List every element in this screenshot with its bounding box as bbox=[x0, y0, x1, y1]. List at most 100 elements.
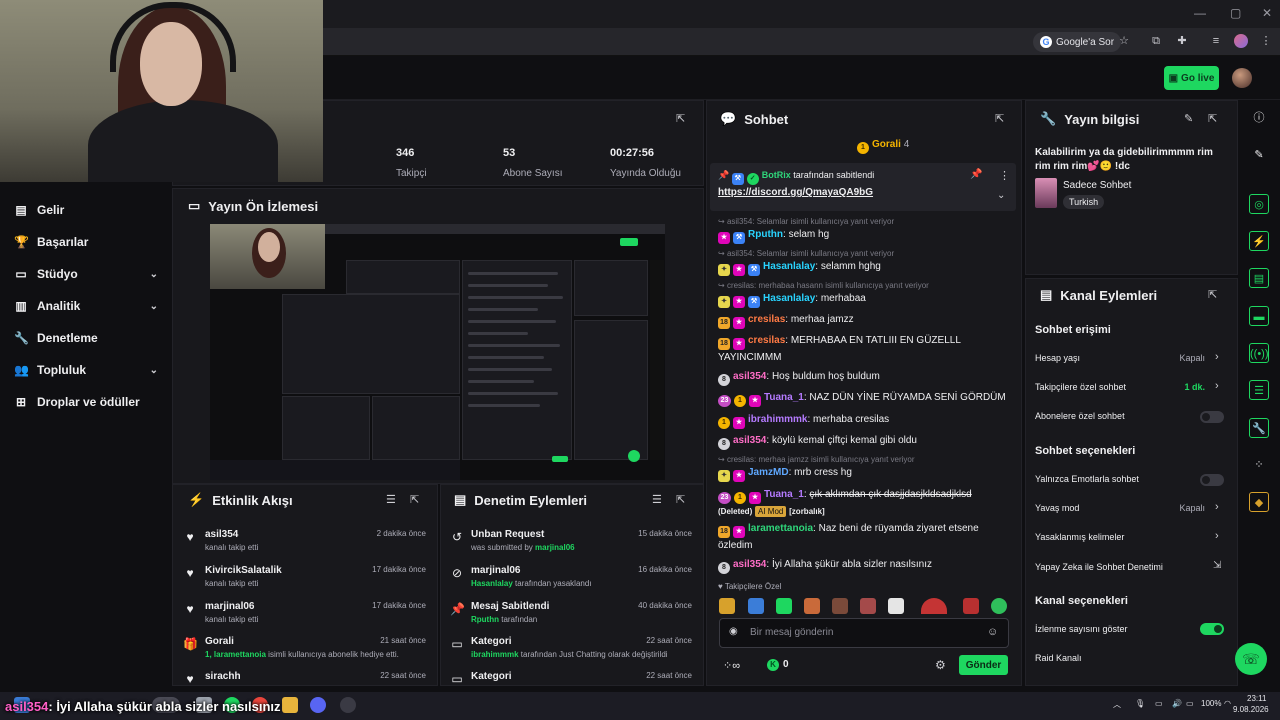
emote-k[interactable] bbox=[776, 598, 792, 614]
mod-action-title[interactable]: Mesaj Sabitlendi bbox=[471, 601, 549, 612]
language-tag[interactable]: Turkish bbox=[1063, 195, 1105, 209]
chat-username[interactable]: laramettanoia bbox=[748, 523, 813, 534]
sidebar-item-denetleme[interactable]: 🔧 Denetleme bbox=[14, 331, 164, 345]
chat-username[interactable]: ibrahimmmk bbox=[748, 414, 807, 425]
stream-preview[interactable] bbox=[210, 224, 665, 480]
emote-crown[interactable] bbox=[719, 598, 735, 614]
layout-icon[interactable]: ☰ bbox=[1249, 380, 1269, 400]
popout-icon[interactable]: ⇱ bbox=[676, 112, 685, 125]
chat-username[interactable]: JamzMD bbox=[748, 467, 789, 478]
show-viewers-toggle[interactable] bbox=[1200, 623, 1224, 635]
chat-username[interactable]: asil354 bbox=[733, 435, 766, 446]
chat-username[interactable]: cresilas bbox=[748, 314, 785, 325]
slow-mode-label[interactable]: Yavaş mod bbox=[1035, 503, 1079, 513]
category-thumbnail[interactable] bbox=[1035, 178, 1057, 208]
mod-user[interactable]: Rputhn bbox=[471, 615, 499, 624]
google-ask-button[interactable]: G Google'a Sor bbox=[1033, 32, 1122, 52]
folder-icon[interactable] bbox=[282, 697, 298, 713]
raid-channel-label[interactable]: Raid Kanalı bbox=[1035, 653, 1082, 663]
mod-action-title[interactable]: Kategori bbox=[471, 671, 512, 682]
chat-username[interactable]: Hasanlalay bbox=[763, 261, 815, 272]
emote-paper[interactable] bbox=[888, 598, 904, 614]
sidebar-item-basarilar[interactable]: 🏆 Başarılar bbox=[14, 235, 164, 249]
chat-bubble-icon[interactable]: ▬ bbox=[1249, 306, 1269, 326]
minimize-icon[interactable]: — bbox=[1194, 6, 1206, 20]
emote-car[interactable] bbox=[748, 598, 764, 614]
speaker-icon[interactable]: 🔊 bbox=[1172, 699, 1182, 708]
puzzle-icon[interactable]: ✚ bbox=[1174, 33, 1190, 49]
emote-only-toggle[interactable] bbox=[1200, 474, 1224, 486]
chevron-down-icon[interactable]: ⌄ bbox=[997, 190, 1005, 201]
chevron-right-icon[interactable]: › bbox=[1215, 380, 1219, 392]
popout-icon[interactable]: ⇱ bbox=[1208, 112, 1217, 125]
banned-words-label[interactable]: Yasaklanmış kelimeler bbox=[1035, 532, 1124, 542]
monitor-icon[interactable]: ▭ bbox=[1155, 699, 1163, 708]
sidebar-item-droplar[interactable]: ⊞ Droplar ve ödüller bbox=[14, 395, 164, 409]
info-icon[interactable]: ⓘ bbox=[1249, 108, 1269, 128]
emote-football[interactable] bbox=[991, 598, 1007, 614]
chevron-right-icon[interactable]: › bbox=[1215, 501, 1219, 513]
chevron-right-icon[interactable]: › bbox=[1215, 530, 1219, 542]
mic-icon[interactable]: 🎙 bbox=[1135, 699, 1145, 708]
pinned-user[interactable]: BotRix bbox=[762, 170, 791, 180]
browser-profile-avatar[interactable] bbox=[1234, 34, 1248, 48]
activity-user[interactable]: sirachh bbox=[205, 671, 241, 682]
gear-icon[interactable]: ⚙ bbox=[935, 658, 946, 672]
account-age-label[interactable]: Hesap yaşı bbox=[1035, 353, 1080, 363]
reading-list-icon[interactable]: ≡ bbox=[1208, 33, 1224, 49]
chat-username[interactable]: Rputhn bbox=[748, 229, 783, 240]
ai-moderation-label[interactable]: Yapay Zeka ile Sohbet Denetimi bbox=[1035, 562, 1163, 572]
drops-icon[interactable]: ◆ bbox=[1249, 492, 1269, 512]
popout-icon[interactable]: ⇱ bbox=[676, 493, 685, 506]
community-icon[interactable]: ⁘ bbox=[1249, 455, 1269, 475]
popout-icon[interactable]: ⇱ bbox=[410, 493, 419, 506]
mod-action-title[interactable]: Unban Request bbox=[471, 529, 544, 540]
obs-icon[interactable] bbox=[340, 697, 356, 713]
top-gifter[interactable]: 1 Gorali 4 bbox=[857, 139, 909, 154]
tray-arrow-icon[interactable]: ︿ bbox=[1113, 699, 1121, 710]
emoji-icon[interactable]: ☺ bbox=[987, 626, 998, 638]
help-chat-button[interactable]: ☏ bbox=[1235, 643, 1267, 675]
chat-username[interactable]: Hasanlalay bbox=[763, 293, 815, 304]
star-icon[interactable]: ☆ bbox=[1116, 33, 1132, 49]
pinned-link[interactable]: https://discord.gg/QmayaQA9bG bbox=[718, 187, 873, 198]
emote-face[interactable] bbox=[832, 598, 848, 614]
activity-user[interactable]: KivircikSalatalik bbox=[205, 565, 282, 576]
browser-menu-icon[interactable]: ⋮ bbox=[1258, 33, 1274, 49]
sidebar-item-topluluk[interactable]: 👥 Topluluk ⌄ bbox=[14, 363, 164, 377]
document-icon[interactable]: ▤ bbox=[1249, 268, 1269, 288]
broadcast-icon[interactable]: ((•)) bbox=[1249, 343, 1269, 363]
emote-dance[interactable] bbox=[860, 598, 876, 614]
filter-icon[interactable]: ☰ bbox=[652, 493, 662, 506]
category-name[interactable]: Sadece Sohbet bbox=[1063, 180, 1131, 191]
chat-username[interactable]: Tuana_1 bbox=[764, 392, 804, 403]
external-link-icon[interactable]: ⇲ bbox=[1213, 560, 1221, 571]
popout-icon[interactable]: ⇱ bbox=[1208, 288, 1217, 301]
wrench-icon[interactable]: 🔧 bbox=[1249, 418, 1269, 438]
followers-only-chat-label[interactable]: Takipçilere özel sohbet bbox=[1035, 382, 1126, 392]
more-icon[interactable]: ⋮ bbox=[999, 169, 1010, 182]
emote-hand[interactable] bbox=[804, 598, 820, 614]
wifi-icon[interactable]: ◠ bbox=[1224, 699, 1231, 708]
mod-user[interactable]: Hasanlalay bbox=[471, 579, 513, 588]
user-avatar[interactable] bbox=[1232, 68, 1252, 88]
chat-username[interactable]: asil354 bbox=[733, 371, 766, 382]
lightning-icon[interactable]: ⚡ bbox=[1249, 231, 1269, 251]
sidebar-item-analitik[interactable]: ▥ Analitik ⌄ bbox=[14, 299, 164, 313]
filter-icon[interactable]: ☰ bbox=[386, 493, 396, 506]
subscriber-chat-toggle[interactable] bbox=[1200, 411, 1224, 423]
close-icon[interactable]: ✕ bbox=[1262, 6, 1272, 20]
activity-user[interactable]: marjinal06 bbox=[205, 601, 254, 612]
discord-icon[interactable] bbox=[310, 697, 326, 713]
chevron-right-icon[interactable]: › bbox=[1215, 351, 1219, 363]
infinity-icon[interactable]: ⁘∞ bbox=[723, 659, 740, 672]
chat-username[interactable]: Tuana_1 bbox=[764, 489, 804, 500]
activity-user[interactable]: asil354 bbox=[205, 529, 238, 540]
send-button[interactable]: Gönder bbox=[959, 655, 1008, 675]
edit-icon[interactable]: ✎ bbox=[1184, 112, 1193, 125]
edit-icon[interactable]: ✎ bbox=[1249, 145, 1269, 165]
chat-username[interactable]: cresilas bbox=[748, 335, 785, 346]
mod-user[interactable]: ibrahimmmk bbox=[471, 650, 519, 659]
extensions-icon[interactable]: ⧉ bbox=[1148, 33, 1164, 49]
maximize-icon[interactable]: ▢ bbox=[1230, 6, 1241, 20]
